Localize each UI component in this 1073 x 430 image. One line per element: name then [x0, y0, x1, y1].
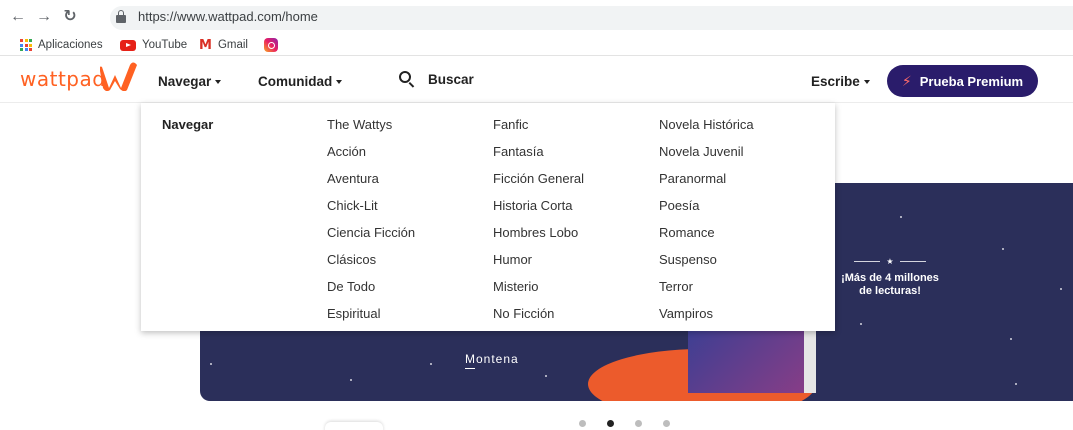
- nav-write[interactable]: Escribe: [811, 74, 870, 89]
- genre-link[interactable]: No Ficción: [493, 306, 584, 333]
- premium-label: Prueba Premium: [919, 73, 1024, 89]
- try-premium-button[interactable]: ⚡ Prueba Premium: [887, 65, 1038, 97]
- star-decoration: [1060, 288, 1062, 290]
- dropdown-title: Navegar: [162, 117, 214, 132]
- back-icon[interactable]: ←: [8, 7, 28, 27]
- star-decoration: [210, 363, 212, 365]
- star-decoration: [860, 323, 862, 325]
- bookmark-youtube[interactable]: YouTube: [120, 37, 187, 53]
- genre-link[interactable]: Espiritual: [327, 306, 415, 333]
- genre-link[interactable]: Humor: [493, 252, 584, 279]
- search-icon: [398, 70, 416, 88]
- instagram-icon: [264, 38, 278, 52]
- star-divider-icon: ★: [830, 255, 950, 268]
- genre-link[interactable]: Fanfic: [493, 117, 584, 144]
- chevron-down-icon: [336, 80, 343, 85]
- genre-link[interactable]: Romance: [659, 225, 754, 252]
- bookmark-label: Gmail: [217, 39, 248, 51]
- bookmark-gmail[interactable]: M Gmail: [199, 37, 248, 53]
- star-decoration: [1010, 338, 1012, 340]
- nav-community[interactable]: Comunidad: [258, 74, 343, 89]
- nav-write-label: Escribe: [811, 74, 860, 89]
- carousel-dot-active[interactable]: [607, 420, 614, 427]
- star-decoration: [545, 375, 547, 377]
- bookmark-instagram[interactable]: [264, 37, 284, 53]
- carousel-dot[interactable]: [635, 420, 642, 427]
- nav-browse[interactable]: Navegar: [158, 74, 222, 89]
- wattpad-w-icon: [100, 62, 137, 91]
- bookmarks-bar: Aplicaciones YouTube M Gmail: [0, 34, 1073, 56]
- gmail-icon: M: [199, 37, 212, 53]
- wattpad-logo[interactable]: wattpad: [20, 67, 105, 91]
- lightning-icon: ⚡: [901, 72, 912, 89]
- lock-icon: [116, 10, 126, 24]
- bookmark-apps[interactable]: Aplicaciones: [20, 37, 103, 53]
- genre-link[interactable]: Fantasía: [493, 144, 584, 171]
- publisher-underline: [465, 368, 475, 369]
- genre-link[interactable]: The Wattys: [327, 117, 415, 144]
- promo-text: ★ ¡Más de 4 millones de lecturas!: [830, 255, 950, 298]
- apps-icon: [20, 39, 32, 51]
- genre-link[interactable]: Novela Histórica: [659, 117, 754, 144]
- genre-link[interactable]: Poesía: [659, 198, 754, 225]
- genre-link[interactable]: Misterio: [493, 279, 584, 306]
- carousel-dots: [579, 420, 670, 427]
- book-pages-decoration: [804, 323, 816, 393]
- search-trigger[interactable]: Buscar: [398, 70, 474, 88]
- star-decoration: [430, 363, 432, 365]
- genre-link[interactable]: Clásicos: [327, 252, 415, 279]
- search-label: Buscar: [428, 71, 474, 87]
- star-decoration: [1015, 383, 1017, 385]
- genre-link[interactable]: Aventura: [327, 171, 415, 198]
- genre-link[interactable]: Vampiros: [659, 306, 754, 333]
- bookmark-label: Aplicaciones: [38, 39, 103, 51]
- carousel-dot[interactable]: [663, 420, 670, 427]
- genre-link[interactable]: Historia Corta: [493, 198, 584, 225]
- genre-link[interactable]: Acción: [327, 144, 415, 171]
- chevron-down-icon: [215, 80, 222, 85]
- genre-column-2: Fanfic Fantasía Ficción General Historia…: [493, 117, 584, 333]
- genre-column-1: The Wattys Acción Aventura Chick-Lit Cie…: [327, 117, 415, 333]
- genre-link[interactable]: Ficción General: [493, 171, 584, 198]
- star-decoration: [1002, 248, 1004, 250]
- genre-link[interactable]: Hombres Lobo: [493, 225, 584, 252]
- genre-link[interactable]: Suspenso: [659, 252, 754, 279]
- browser-toolbar: ← → ↻ https://www.wattpad.com/home: [0, 0, 1073, 34]
- genre-link[interactable]: Chick-Lit: [327, 198, 415, 225]
- genre-link[interactable]: Terror: [659, 279, 754, 306]
- forward-icon[interactable]: →: [34, 7, 54, 27]
- bookmark-label: YouTube: [142, 39, 188, 51]
- genre-column-3: Novela Histórica Novela Juvenil Paranorm…: [659, 117, 754, 333]
- book-cover-image: [688, 323, 816, 393]
- carousel-dot[interactable]: [579, 420, 586, 427]
- nav-browse-label: Navegar: [158, 74, 212, 89]
- chevron-down-icon: [863, 80, 870, 85]
- genre-link[interactable]: De Todo: [327, 279, 415, 306]
- genre-link[interactable]: Ciencia Ficción: [327, 225, 415, 252]
- card-edge: [325, 422, 383, 430]
- genre-link[interactable]: Paranormal: [659, 171, 754, 198]
- promo-line-1: ¡Más de 4 millones: [841, 272, 939, 284]
- star-decoration: [900, 216, 902, 218]
- url-text[interactable]: https://www.wattpad.com/home: [138, 9, 318, 24]
- promo-line-2: de lecturas!: [859, 285, 921, 297]
- genre-link[interactable]: Novela Juvenil: [659, 144, 754, 171]
- browse-dropdown-menu: Navegar The Wattys Acción Aventura Chick…: [141, 103, 835, 331]
- star-decoration: [350, 379, 352, 381]
- reload-icon[interactable]: ↻: [60, 7, 80, 27]
- publisher-logo: Montena: [465, 352, 519, 366]
- youtube-icon: [120, 39, 136, 51]
- site-header: wattpad Navegar Comunidad Buscar Escribe…: [0, 57, 1073, 103]
- nav-community-label: Comunidad: [258, 74, 333, 89]
